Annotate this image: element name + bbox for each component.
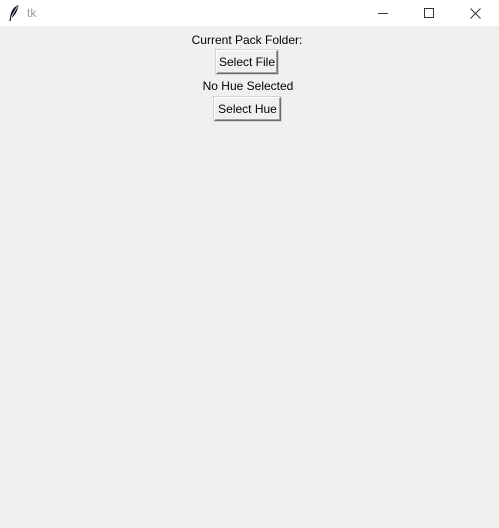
minimize-button[interactable] (360, 0, 406, 26)
maximize-icon (424, 8, 434, 18)
hue-status-label: No Hue Selected (202, 79, 294, 93)
main-content: Current Pack Folder: Select File No Hue … (0, 26, 499, 528)
select-hue-button[interactable]: Select Hue (214, 97, 281, 121)
maximize-button[interactable] (406, 0, 452, 26)
window-title: tk (27, 6, 37, 20)
title-bar[interactable]: tk (0, 0, 499, 26)
minimize-icon (378, 13, 388, 14)
app-window: tk Current Pack Folder: Select File No H… (0, 0, 499, 528)
current-pack-folder-label: Current Pack Folder: (191, 33, 303, 47)
tk-feather-icon (9, 5, 19, 21)
close-icon (469, 7, 481, 19)
close-button[interactable] (452, 0, 498, 26)
select-file-button[interactable]: Select File (216, 50, 278, 74)
